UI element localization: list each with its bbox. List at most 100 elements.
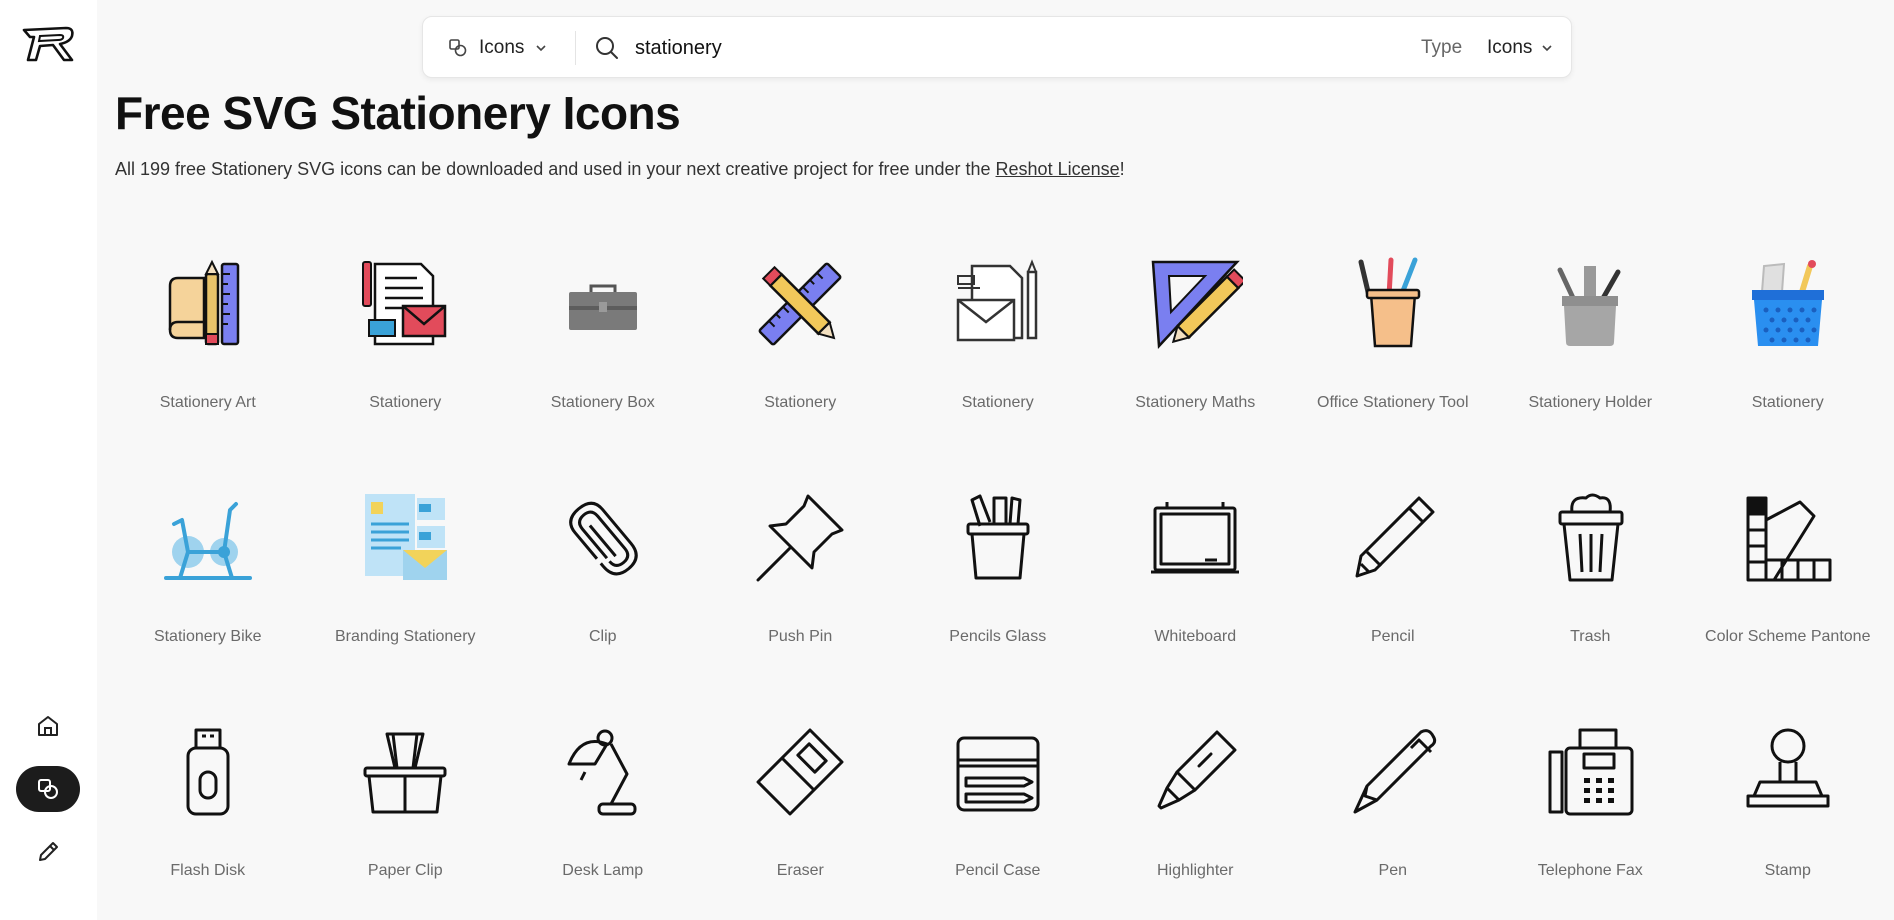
icon-card[interactable]: Paper Clip <box>307 704 505 920</box>
grey-pen-holder-icon <box>1542 256 1638 352</box>
icon-card[interactable]: Push Pin <box>702 470 900 704</box>
pen-icon <box>1345 724 1441 820</box>
icon-card-label: Highlighter <box>1157 862 1234 879</box>
stamp-icon <box>1740 724 1836 820</box>
icon-card[interactable]: Whiteboard <box>1097 470 1295 704</box>
icon-card-label: Stationery Maths <box>1135 394 1256 411</box>
icon-card-label: Stationery <box>764 394 837 411</box>
type-label: Type <box>1421 37 1463 58</box>
icon-card-label: Stamp <box>1764 862 1811 879</box>
sidebar <box>0 0 97 920</box>
icon-card[interactable]: Stationery <box>899 236 1097 470</box>
description-suffix: ! <box>1119 159 1125 179</box>
chevron-down-icon <box>536 45 546 52</box>
pencil-icon <box>39 842 58 861</box>
icon-card[interactable]: Trash <box>1492 470 1690 704</box>
icon-card[interactable]: Pen <box>1294 704 1492 920</box>
set-square-pencil-icon <box>1147 256 1248 352</box>
flash-disk-icon <box>160 724 256 820</box>
eraser-icon <box>752 724 848 820</box>
nav-illustrations[interactable] <box>16 829 80 875</box>
pencil-ruler-cross-icon <box>752 256 848 352</box>
search-bar: Icons Type Icons <box>422 16 1572 78</box>
icon-card[interactable]: Color Scheme Pantone <box>1689 470 1887 704</box>
icon-card[interactable]: Branding Stationery <box>307 470 505 704</box>
icon-card-label: Stationery <box>1751 394 1824 411</box>
shapes-icon <box>449 39 467 57</box>
nav-home[interactable] <box>16 703 80 749</box>
pencil-icon <box>1345 490 1441 586</box>
exercise-bike-icon <box>160 490 256 586</box>
icon-card[interactable]: Highlighter <box>1097 704 1295 920</box>
icon-card[interactable]: Stamp <box>1689 704 1887 920</box>
icon-card[interactable]: Stationery Maths <box>1097 236 1295 470</box>
icon-card-label: Stationery Holder <box>1528 394 1653 411</box>
icon-card-label: Stationery Bike <box>153 628 262 645</box>
push-pin-icon <box>752 490 848 586</box>
icon-card[interactable]: Pencils Glass <box>899 470 1097 704</box>
icon-card-label: Color Scheme Pantone <box>1705 628 1871 645</box>
asset-filter-dropdown[interactable]: Icons <box>447 17 548 79</box>
icon-grid: Stationery Art Stationery Stationery Box… <box>109 236 1889 920</box>
icon-card-label: Pencils Glass <box>949 628 1047 645</box>
nav-icons[interactable] <box>16 766 80 812</box>
icon-card[interactable]: Telephone Fax <box>1492 704 1690 920</box>
search-input[interactable] <box>635 30 1335 66</box>
page-title: Free SVG Stationery Icons <box>115 87 681 139</box>
icon-card-label: Office Stationery Tool <box>1317 394 1469 411</box>
icon-card[interactable]: Stationery Bike <box>109 470 307 704</box>
search-icon <box>596 37 618 59</box>
icon-card-label: Stationery Art <box>159 394 256 411</box>
icon-card[interactable]: Stationery Holder <box>1492 236 1690 470</box>
icon-card[interactable]: Pencil <box>1294 470 1492 704</box>
icon-card[interactable]: Pencil Case <box>899 704 1097 920</box>
shapes-icon <box>38 779 58 799</box>
icon-card[interactable]: Stationery <box>702 236 900 470</box>
trash-icon <box>1542 490 1638 586</box>
pencil-case-icon <box>950 724 1046 820</box>
icon-card-label: Pencil <box>1370 628 1415 645</box>
icon-card[interactable]: Stationery <box>1689 236 1887 470</box>
page-description: All 199 free Stationery SVG icons can be… <box>115 159 1125 180</box>
icon-card-label: Push Pin <box>768 628 833 645</box>
icon-card[interactable]: Office Stationery Tool <box>1294 236 1492 470</box>
icon-card-label: Branding Stationery <box>334 628 476 645</box>
icon-card[interactable]: Stationery <box>307 236 505 470</box>
pencils-glass-icon <box>950 490 1046 586</box>
pantone-icon <box>1740 490 1836 586</box>
binder-clip-icon <box>357 724 453 820</box>
chevron-down-icon <box>1542 45 1552 52</box>
branding-docs-icon <box>357 490 453 586</box>
icon-card-label: Whiteboard <box>1154 628 1237 645</box>
asset-filter-label: Icons <box>479 37 525 58</box>
stationery-documents-mail-icon <box>357 256 453 352</box>
icon-card-label: Eraser <box>776 862 824 879</box>
type-dropdown[interactable]: Icons <box>1487 17 1554 79</box>
icon-card[interactable]: Eraser <box>702 704 900 920</box>
telephone-fax-icon <box>1542 724 1638 820</box>
license-link[interactable]: Reshot License <box>996 159 1120 179</box>
pen-cup-icon <box>1345 256 1441 352</box>
icon-card[interactable]: Stationery Box <box>504 236 702 470</box>
icon-card[interactable]: Stationery Art <box>109 236 307 470</box>
toolbox-icon <box>555 256 651 352</box>
reshot-logo-icon[interactable] <box>20 24 76 64</box>
description-text: All 199 free Stationery SVG icons can be… <box>115 159 996 179</box>
icon-card-label: Paper Clip <box>367 862 443 879</box>
blue-mesh-holder-icon <box>1740 256 1836 352</box>
icon-card-label: Flash Disk <box>170 862 246 879</box>
icon-card-label: Clip <box>588 628 617 645</box>
stationery-art-icon <box>160 256 256 352</box>
icon-card-label: Stationery <box>369 394 442 411</box>
envelope-pencil-icon <box>950 256 1046 352</box>
home-icon <box>38 716 58 736</box>
highlighter-icon <box>1147 724 1243 820</box>
icon-card-label: Desk Lamp <box>562 862 644 879</box>
whiteboard-icon <box>1147 490 1243 586</box>
icon-card-label: Pen <box>1378 862 1407 879</box>
icon-card-label: Telephone Fax <box>1537 862 1643 879</box>
icon-card[interactable]: Flash Disk <box>109 704 307 920</box>
icon-card[interactable]: Clip <box>504 470 702 704</box>
type-value: Icons <box>1487 37 1533 58</box>
icon-card[interactable]: Desk Lamp <box>504 704 702 920</box>
